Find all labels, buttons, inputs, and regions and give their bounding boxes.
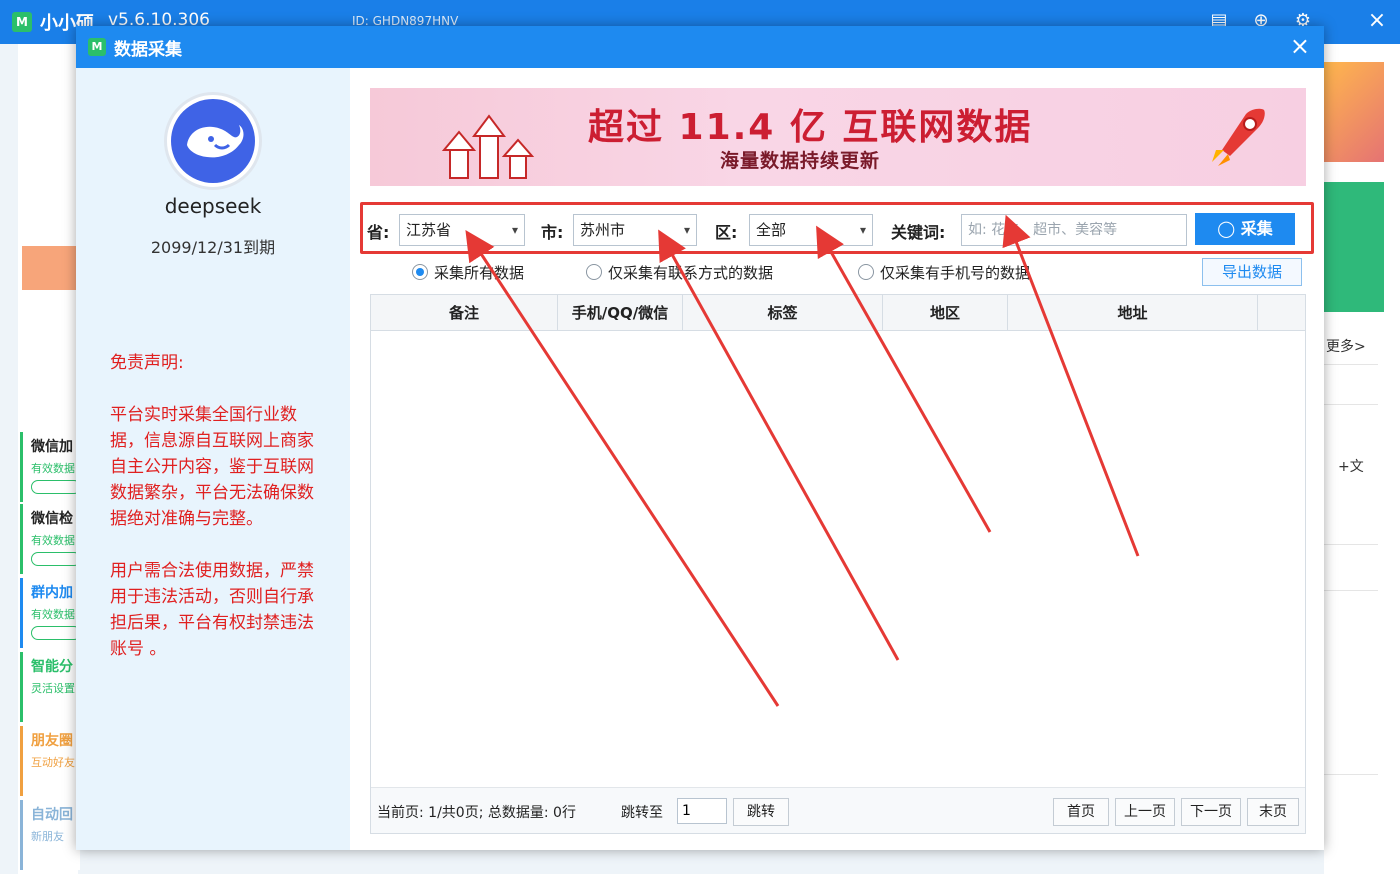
data-table: 备注 手机/QQ/微信 标签 地区 地址 当前页: 1/共0页; 总数据量: 0…: [370, 294, 1306, 834]
main-nav-item[interactable]: 微信检 有效数据: [20, 504, 81, 574]
first-page-button[interactable]: 首页: [1053, 798, 1109, 826]
dialog-title: 数据采集: [114, 40, 182, 60]
city-label: 市:: [541, 223, 564, 242]
filter-bar: 省: 江苏省 ▾ 市: 苏州市 ▾ 区: 全部 ▾ 关键词: ◯ 采集: [360, 202, 1314, 254]
growth-arrows-icon: [441, 114, 535, 179]
radio-button[interactable]: [412, 264, 428, 280]
expire-date: 2099/12/31到期: [150, 238, 276, 257]
disclaimer: 免责声明: 平台实时采集全国行业数据，信息源自互联网上商家自主公开内容，鉴于互联…: [110, 350, 320, 688]
main-nav-item[interactable]: 朋友圈 互动好友: [20, 726, 80, 796]
jump-button[interactable]: 跳转: [733, 798, 789, 826]
pagination-bar: 当前页: 1/共0页; 总数据量: 0行 跳转至 跳转 首页 上一页 下一页 末…: [371, 787, 1305, 833]
option-mobile-only[interactable]: 仅采集有手机号的数据: [858, 260, 1030, 284]
jump-label: 跳转至: [621, 805, 663, 821]
chevron-down-icon: ▾: [859, 223, 866, 237]
more-link[interactable]: 更多>: [1326, 336, 1366, 356]
province-label: 省:: [367, 223, 390, 242]
column-header[interactable]: 备注: [371, 295, 558, 331]
search-icon: ◯: [1217, 219, 1236, 238]
last-page-button[interactable]: 末页: [1247, 798, 1299, 826]
province-select[interactable]: 江苏省 ▾: [399, 214, 525, 246]
radio-button[interactable]: [858, 264, 874, 280]
collect-button[interactable]: ◯ 采集: [1195, 213, 1295, 245]
close-icon[interactable]: ×: [1290, 32, 1310, 60]
chevron-down-icon: ▾: [683, 223, 690, 237]
disclaimer-heading: 免责声明:: [110, 353, 184, 373]
whale-logo-icon: [171, 99, 255, 183]
jump-page-input[interactable]: [677, 798, 727, 824]
promo-banner: 超过 11.4 亿 互联网数据 海量数据持续更新: [370, 88, 1306, 186]
main-right-promo: [1324, 62, 1384, 162]
city-select[interactable]: 苏州市 ▾: [573, 214, 697, 246]
main-nav-item[interactable]: 微信加 有效数据: [20, 432, 81, 502]
keyword-input[interactable]: [961, 214, 1187, 246]
disclaimer-paragraph: 平台实时采集全国行业数据，信息源自互联网上商家自主公开内容，鉴于互联网数据繁杂，…: [110, 405, 314, 529]
collection-panel: 超过 11.4 亿 互联网数据 海量数据持续更新 省: 江苏省 ▾ 市: 苏州市…: [350, 68, 1324, 850]
option-all-data[interactable]: 采集所有数据: [412, 260, 524, 284]
main-close-icon[interactable]: ×: [1366, 10, 1388, 32]
rocket-icon: [1212, 108, 1265, 166]
disclaimer-paragraph: 用户需合法使用数据，严禁用于违法活动，否则自行承担后果，平台有权封禁违法账号 。: [110, 561, 314, 659]
app-logo-icon: M: [12, 12, 32, 32]
avatar: [164, 92, 262, 190]
main-nav-item[interactable]: 群内加 有效数据: [20, 578, 81, 648]
chevron-down-icon: ▾: [511, 223, 518, 237]
table-header: 备注 手机/QQ/微信 标签 地区 地址: [371, 295, 1305, 331]
prev-page-button[interactable]: 上一页: [1115, 798, 1175, 826]
user-name: deepseek: [164, 194, 262, 218]
column-header[interactable]: 地区: [883, 295, 1008, 331]
main-nav-item[interactable]: 自动回 新朋友: [20, 800, 80, 870]
user-sidebar: deepseek 2099/12/31到期 免责声明: 平台实时采集全国行业数据…: [76, 68, 350, 850]
banner-title: 超过 11.4 亿 互联网数据: [588, 107, 1033, 148]
banner-subtitle: 海量数据持续更新: [720, 150, 881, 172]
next-page-button[interactable]: 下一页: [1181, 798, 1241, 826]
radio-button[interactable]: [586, 264, 602, 280]
progress-pill: [31, 552, 81, 566]
column-header[interactable]: 标签: [683, 295, 883, 331]
keyword-label: 关键词:: [891, 223, 946, 242]
district-select[interactable]: 全部 ▾: [749, 214, 873, 246]
column-header[interactable]: 地址: [1008, 295, 1258, 331]
main-right-card: [1324, 182, 1384, 312]
dialog-titlebar: M 数据采集 ×: [76, 26, 1324, 68]
data-collection-dialog: M 数据采集 × deepseek 2099/12/31到期 免责声明: 平台实…: [76, 26, 1324, 850]
main-promo-tile: [22, 246, 78, 290]
export-data-button[interactable]: 导出数据: [1202, 258, 1302, 286]
main-nav-item[interactable]: 智能分 灵活设置: [20, 652, 80, 722]
page-info: 当前页: 1/共0页; 总数据量: 0行: [377, 805, 576, 821]
progress-pill: [31, 626, 81, 640]
progress-pill: [31, 480, 81, 494]
dialog-logo-icon: M: [88, 38, 106, 56]
option-contact-only[interactable]: 仅采集有联系方式的数据: [586, 260, 773, 284]
column-header[interactable]: 手机/QQ/微信: [558, 295, 683, 331]
district-label: 区:: [715, 223, 738, 242]
